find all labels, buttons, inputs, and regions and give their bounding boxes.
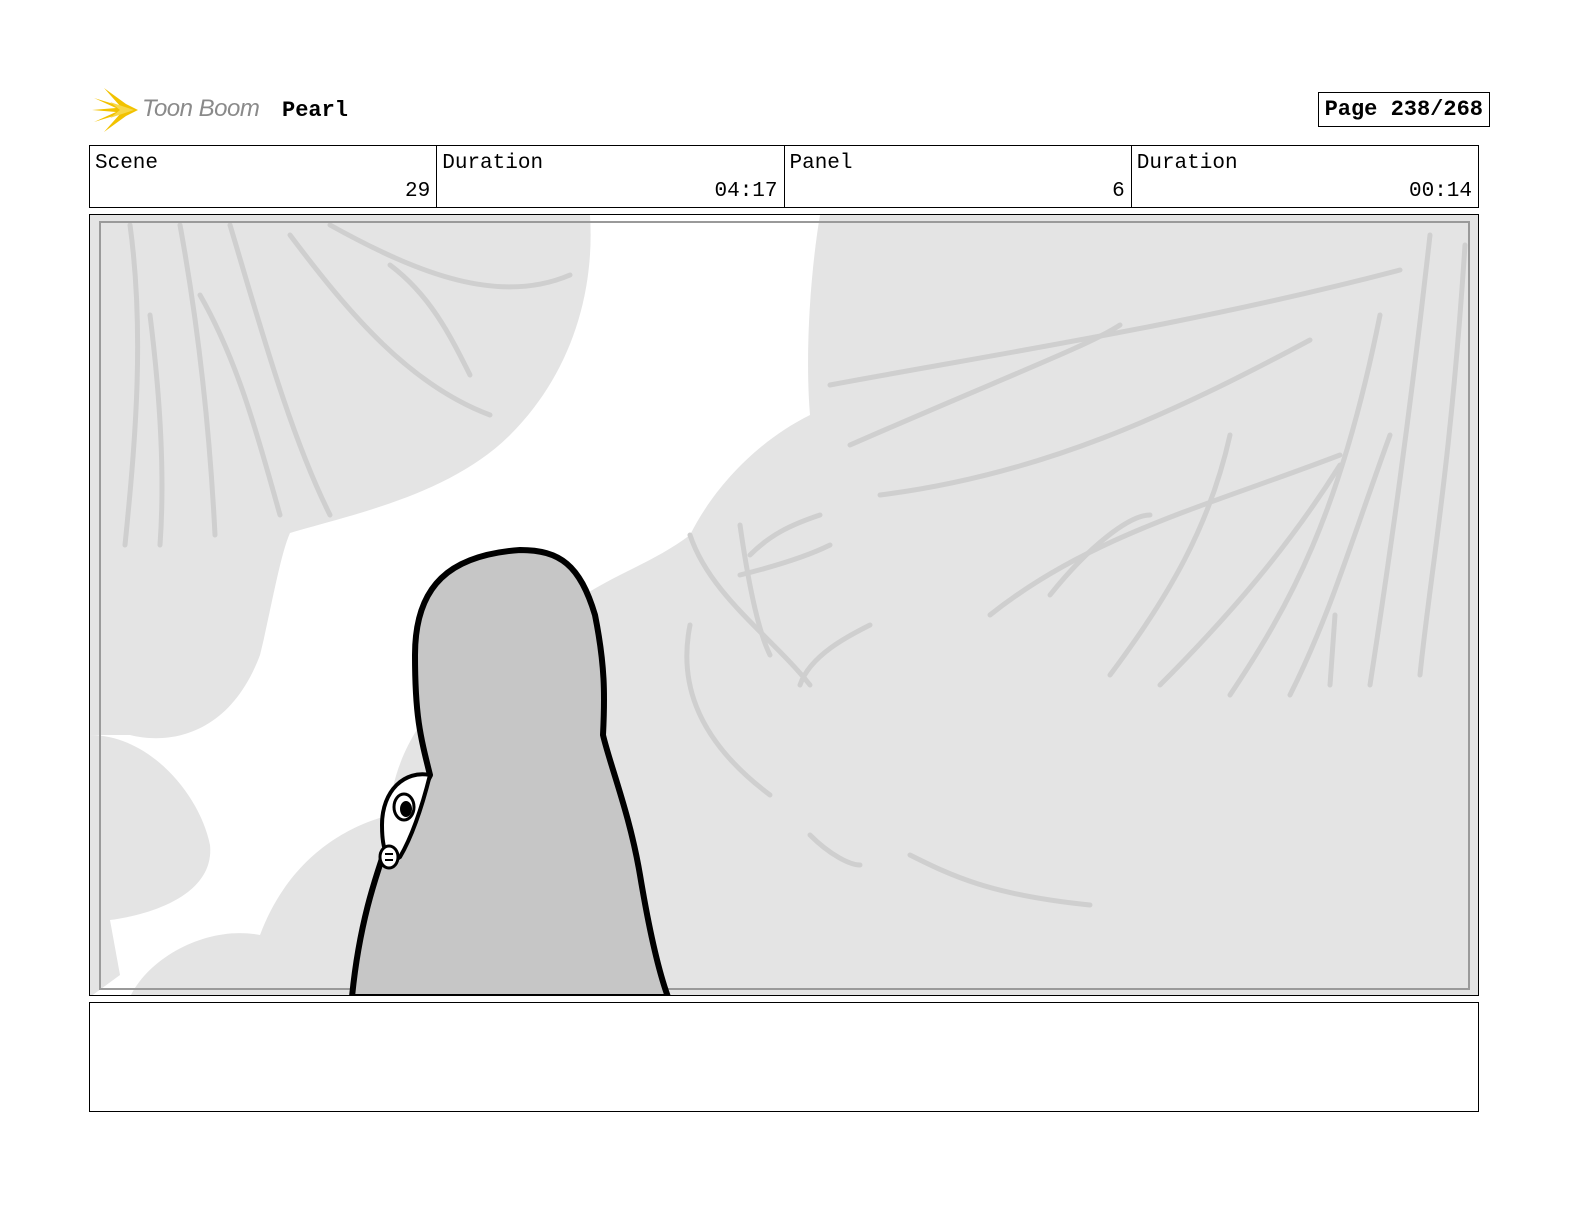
- scene-duration-label: Duration: [442, 152, 544, 175]
- background-leaves: [90, 215, 1478, 995]
- scene-value: 29: [405, 180, 431, 203]
- panel-duration-value: 00:14: [1408, 180, 1472, 203]
- panel-duration-cell: Duration 00:14: [1132, 146, 1478, 207]
- storyboard-panel: [89, 214, 1479, 996]
- panel-label: Panel: [789, 152, 853, 175]
- panel-notes: [89, 1002, 1479, 1112]
- panel-info-table: Scene 29 Duration 04:17 Panel 6 Duration…: [89, 145, 1479, 208]
- page-counter: Page 238/268: [1317, 92, 1490, 127]
- panel-value: 6: [1112, 180, 1125, 203]
- character-pupil: [400, 801, 412, 817]
- starburst-icon: [92, 88, 138, 132]
- page-header: Toon Boom Pearl Page 238/268: [90, 84, 1490, 136]
- scene-label: Scene: [95, 152, 159, 175]
- toon-boom-logo: Toon Boom: [90, 84, 280, 136]
- scene-cell: Scene 29: [90, 146, 438, 207]
- character-hand: [378, 844, 400, 870]
- panel-cell: Panel 6: [785, 146, 1132, 207]
- panel-drawing: [90, 215, 1478, 995]
- logo-wordmark: Toon Boom: [142, 95, 260, 122]
- panel-duration-label: Duration: [1136, 152, 1238, 175]
- scene-duration-cell: Duration 04:17: [437, 146, 785, 207]
- scene-duration-value: 04:17: [714, 180, 778, 203]
- project-title: Pearl: [282, 98, 349, 123]
